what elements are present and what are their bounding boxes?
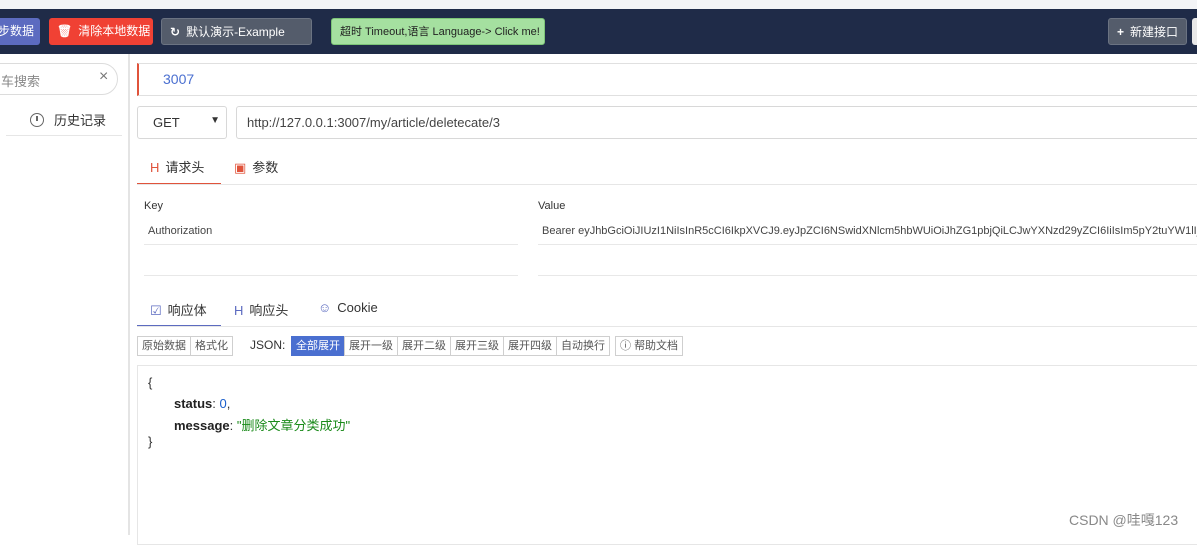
expand-level3-button[interactable]: 展开三级	[450, 336, 504, 356]
header-h-icon: H	[234, 303, 244, 318]
header-value-field[interactable]: Bearer eyJhbGciOiJIUzI1NiIsInR5cCI6IkpXV…	[542, 225, 1197, 237]
expand-toolbar: 全部展开 展开一级 展开二级 展开三级 展开四级 自动换行	[291, 336, 610, 356]
tab-request-headers[interactable]: H 请求头	[150, 157, 204, 176]
divider	[144, 244, 518, 245]
divider	[6, 135, 122, 136]
view-toolbar: 原始数据 格式化	[137, 336, 233, 356]
divider	[137, 326, 1197, 327]
sync-button[interactable]: 步数据	[0, 18, 40, 45]
divider	[137, 184, 1197, 185]
help-icon: ⓘ	[620, 340, 635, 352]
sidebar: 车搜索 × 历史记录	[0, 54, 130, 535]
method-select[interactable]: GET ▼	[137, 106, 227, 139]
trash-icon: 🗑	[57, 24, 73, 38]
json-brace: {	[148, 375, 153, 390]
timeout-language-button[interactable]: 超时 Timeout,语言 Language-> Click me!	[331, 18, 545, 45]
json-line-status: status: 0,	[174, 396, 231, 411]
header-key-field[interactable]: Authorization	[148, 225, 212, 237]
key-column-header: Key	[144, 200, 163, 212]
json-label: JSON:	[250, 338, 286, 352]
divider	[144, 275, 518, 276]
format-button[interactable]: 格式化	[190, 336, 233, 356]
expand-level1-button[interactable]: 展开一级	[344, 336, 398, 356]
new-api-button[interactable]: + 新建接口	[1108, 18, 1187, 45]
expand-level2-button[interactable]: 展开二级	[397, 336, 451, 356]
help-doc-button[interactable]: ⓘ 帮助文档	[615, 336, 684, 356]
clock-icon	[30, 113, 44, 127]
close-icon[interactable]: ×	[99, 68, 108, 86]
top-toolbar: 步数据 🗑 清除本地数据 ↻ 默认演示-Example 超时 Timeout,语言 …	[0, 0, 1197, 54]
request-name-input[interactable]: 3007	[137, 63, 1197, 96]
edge-button[interactable]	[1192, 18, 1197, 45]
auto-wrap-button[interactable]: 自动换行	[556, 336, 610, 356]
cookie-icon: ☺	[318, 300, 332, 315]
history-tab[interactable]: 历史记录	[30, 110, 106, 129]
url-input[interactable]: http://127.0.0.1:3007/my/article/deletec…	[236, 106, 1197, 139]
watermark: CSDN @哇嘎123	[1069, 512, 1179, 528]
params-icon: ▣	[234, 160, 247, 175]
refresh-icon: ↻	[170, 25, 181, 39]
expand-level4-button[interactable]: 展开四级	[503, 336, 557, 356]
json-brace: }	[148, 434, 153, 449]
tab-response-headers[interactable]: H 响应头	[234, 300, 288, 319]
tab-cookie[interactable]: ☺ Cookie	[318, 300, 378, 315]
help-toolbar: ⓘ 帮助文档	[615, 336, 684, 356]
clear-local-data-button[interactable]: 🗑 清除本地数据	[49, 18, 153, 45]
search-input[interactable]: 车搜索 ×	[0, 63, 118, 95]
json-line-message: message: "删除文章分类成功"	[174, 418, 351, 433]
response-body: { status: 0, message: "删除文章分类成功" }	[137, 365, 1197, 545]
default-demo-button[interactable]: ↻ 默认演示-Example	[161, 18, 312, 45]
divider	[538, 244, 1197, 245]
chevron-down-icon: ▼	[210, 115, 220, 126]
divider	[538, 275, 1197, 276]
tab-response-body[interactable]: ☑ 响应体	[150, 300, 207, 319]
checkbox-icon: ☑	[150, 303, 162, 318]
plus-icon: +	[1117, 25, 1125, 39]
tab-params[interactable]: ▣ 参数	[234, 157, 278, 176]
value-column-header: Value	[538, 200, 566, 212]
main-panel: 3007 GET ▼ http://127.0.0.1:3007/my/artic…	[130, 54, 1197, 545]
raw-data-button[interactable]: 原始数据	[137, 336, 191, 356]
header-h-icon: H	[150, 160, 160, 175]
expand-all-button[interactable]: 全部展开	[291, 336, 345, 356]
